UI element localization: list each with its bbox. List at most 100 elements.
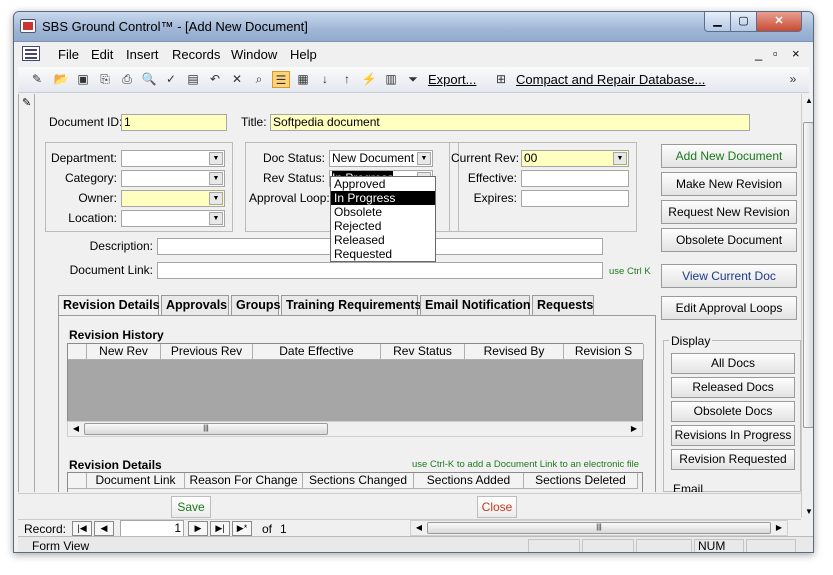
all-docs-button[interactable]: All Docs (671, 353, 795, 374)
revisions-in-progress-button[interactable]: Revisions In Progress (671, 425, 795, 446)
print-icon[interactable]: ⎙ (118, 71, 136, 88)
delete-record-icon[interactable]: ✕ (228, 71, 246, 88)
make-new-revision-button[interactable]: Make New Revision (661, 172, 797, 196)
dropdown-option[interactable]: Obsolete (331, 205, 435, 219)
undo-icon[interactable]: ↶ (206, 71, 224, 88)
column-header[interactable]: Document Link (87, 473, 185, 489)
revision-history-grid[interactable]: New Rev Previous Rev Date Effective Rev … (67, 343, 644, 429)
menu-records[interactable]: Records (172, 47, 220, 62)
tab-approvals[interactable]: Approvals (161, 295, 229, 315)
obsolete-document-button[interactable]: Obsolete Document (661, 228, 797, 252)
scroll-right-icon[interactable]: ▶ (773, 522, 785, 534)
column-header[interactable]: Revision S (564, 344, 644, 360)
export-button[interactable]: Export... (428, 72, 476, 87)
dropdown-option[interactable]: Rejected (331, 219, 435, 233)
spell-check-icon[interactable]: ✓ (162, 71, 180, 88)
filter-by-selection-icon[interactable]: ⚡ (360, 71, 378, 88)
document-id-field[interactable]: 1 (121, 114, 227, 131)
department-combo[interactable]: ▼ (121, 150, 225, 167)
scroll-left-icon[interactable]: ◀ (70, 423, 82, 435)
scroll-right-icon[interactable]: ▶ (628, 423, 640, 435)
first-record-button[interactable]: |◀ (72, 521, 92, 536)
tab-groups[interactable]: Groups (231, 295, 280, 315)
location-combo[interactable]: ▼ (121, 210, 225, 227)
filter-by-form-icon[interactable]: ▥ (382, 71, 400, 88)
column-header[interactable]: Rev Status (381, 344, 465, 360)
chevron-down-icon[interactable]: ▼ (209, 172, 223, 185)
save-button[interactable]: Save (171, 496, 211, 518)
column-header[interactable]: Sections Deleted (524, 473, 638, 489)
released-docs-button[interactable]: Released Docs (671, 377, 795, 398)
sort-ascending-icon[interactable]: ↓ (316, 71, 334, 88)
revision-requested-button[interactable]: Revision Requested (671, 449, 795, 470)
design-view-icon[interactable]: ✎ (28, 71, 46, 88)
rev-status-dropdown[interactable]: Approved In Progress Obsolete Rejected R… (330, 176, 436, 262)
dropdown-option[interactable]: Approved (331, 177, 435, 191)
current-rev-combo[interactable]: 00 ▼ (521, 150, 629, 167)
column-header[interactable]: Reason For Change (185, 473, 303, 489)
compact-repair-button[interactable]: Compact and Repair Database... (516, 72, 705, 87)
tab-training-requirements[interactable]: Training Requirements (281, 295, 421, 315)
view-current-doc-button[interactable]: View Current Doc (661, 264, 797, 288)
form-horizontal-scrollbar[interactable]: ◀ ||| ▶ (410, 520, 788, 536)
add-new-document-button[interactable]: Add New Document (661, 144, 797, 168)
close-button[interactable]: Close (477, 496, 517, 518)
save-icon[interactable]: ▣ (74, 71, 92, 88)
scroll-thumb[interactable]: ||| (427, 522, 771, 534)
find-icon[interactable]: ⌕ (250, 71, 268, 88)
chevron-down-icon[interactable]: ▼ (209, 152, 223, 165)
menu-file[interactable]: File (58, 47, 79, 62)
column-header[interactable]: New Rev (87, 344, 161, 360)
tab-email-notification[interactable]: Email Notification (420, 295, 531, 315)
print-preview-icon[interactable]: 🔍 (140, 71, 158, 88)
minimize-button[interactable]: ▁ (704, 12, 731, 32)
expires-field[interactable] (521, 190, 629, 207)
form-view-icon[interactable]: ☰ (272, 71, 290, 88)
scroll-thumb[interactable]: ||| (84, 423, 328, 435)
obsolete-docs-button[interactable]: Obsolete Docs (671, 401, 795, 422)
chevron-down-icon[interactable]: ▼ (613, 152, 627, 165)
scroll-left-icon[interactable]: ◀ (413, 522, 425, 534)
last-record-button[interactable]: ▶| (210, 521, 230, 536)
effective-field[interactable] (521, 170, 629, 187)
sort-descending-icon[interactable]: ↑ (338, 71, 356, 88)
edit-approval-loops-button[interactable]: Edit Approval Loops (661, 296, 797, 320)
mdi-restore-button[interactable]: ▫ (773, 46, 778, 61)
doc-status-combo[interactable]: New Document ▼ (329, 150, 433, 167)
paste-icon[interactable]: ▤ (184, 71, 202, 88)
toolbar-options-icon[interactable]: » (788, 71, 798, 88)
maximize-button[interactable]: ▢ (730, 12, 757, 32)
dropdown-option[interactable]: Released (331, 233, 435, 247)
dropdown-option[interactable]: Requested (331, 247, 435, 261)
column-header[interactable]: Sections Changed (303, 473, 414, 489)
column-header[interactable]: Revised By (465, 344, 564, 360)
apply-filter-icon[interactable]: ⏷ (404, 71, 422, 88)
dropdown-option[interactable]: In Progress (331, 191, 435, 205)
menu-window[interactable]: Window (231, 47, 277, 62)
title-field[interactable]: Softpedia document (270, 114, 750, 131)
record-selector[interactable]: ✎ (19, 94, 35, 492)
history-horizontal-scrollbar[interactable]: ◀ ||| ▶ (67, 421, 643, 437)
chevron-down-icon[interactable]: ▼ (417, 152, 431, 165)
close-window-button[interactable]: ✕ (756, 12, 802, 32)
column-header[interactable]: Date Effective (253, 344, 381, 360)
document-link-field[interactable] (157, 262, 603, 279)
tab-requests[interactable]: Requests (532, 295, 594, 315)
excel-icon[interactable]: ⊞ (492, 71, 510, 88)
datasheet-view-icon[interactable]: ▦ (294, 71, 312, 88)
scroll-thumb[interactable] (803, 122, 813, 428)
tab-revision-details[interactable]: Revision Details (58, 295, 160, 316)
mdi-close-button[interactable]: × (792, 46, 800, 61)
scroll-down-icon[interactable]: ▼ (803, 507, 813, 516)
request-new-revision-button[interactable]: Request New Revision (661, 200, 797, 224)
open-folder-icon[interactable]: 📂 (52, 71, 70, 88)
column-header[interactable]: Previous Rev (161, 344, 253, 360)
scroll-up-icon[interactable]: ▲ (803, 96, 813, 105)
owner-combo[interactable]: ▼ (121, 190, 225, 207)
menu-help[interactable]: Help (290, 47, 317, 62)
record-number-field[interactable]: 1 (120, 520, 184, 537)
copy-icon[interactable]: ⎘ (96, 71, 114, 88)
mdi-minimize-button[interactable]: _ (755, 46, 762, 61)
chevron-down-icon[interactable]: ▼ (209, 192, 223, 205)
chevron-down-icon[interactable]: ▼ (209, 212, 223, 225)
